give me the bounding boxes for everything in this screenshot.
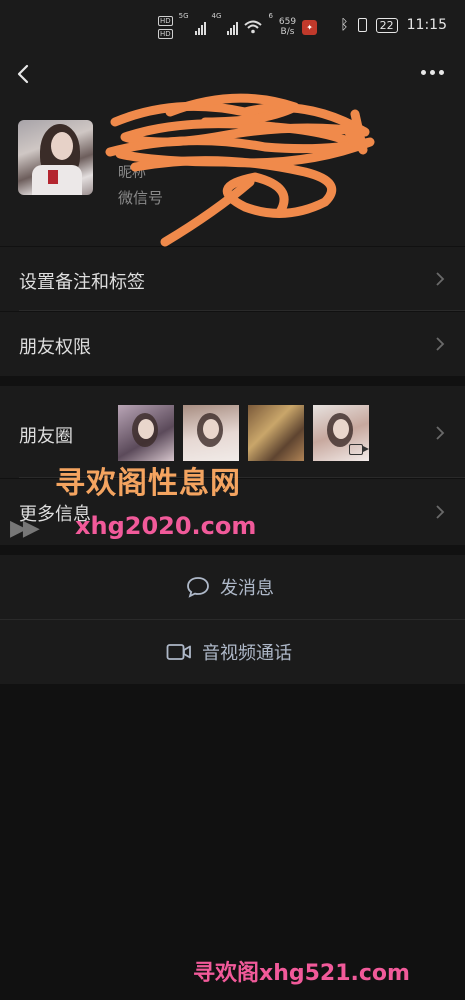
- status-right-indicators: ᛒ 22 11:15: [340, 17, 447, 33]
- back-arrow-icon[interactable]: [12, 60, 38, 90]
- signal-icon-1: [194, 19, 206, 35]
- network-speed-unit: B/s: [280, 27, 295, 37]
- wifi-icon: [244, 20, 263, 34]
- redaction-scribble: [105, 93, 375, 247]
- chat-bubble-icon: [187, 577, 209, 598]
- hd-label-2: HD: [158, 28, 173, 39]
- status-bar: HD HD 5G 4G 6 659 B/s ✦ ᛒ 22 11:15: [0, 0, 465, 54]
- chevron-right-icon: [436, 272, 445, 286]
- moments-photo-1: [118, 405, 174, 461]
- app-notification-icon: ✦: [302, 19, 318, 35]
- hd-indicators: HD HD: [158, 15, 173, 39]
- watermark-arrow-icon: ▶▶: [10, 516, 40, 541]
- network-label-4g: 4G: [211, 12, 222, 20]
- avatar[interactable]: [18, 120, 93, 195]
- moments-photo-3: [248, 405, 304, 461]
- bluetooth-icon: ᛒ: [340, 17, 349, 33]
- watermark-footer: 寻欢阁xhg521.com: [193, 961, 410, 986]
- moments-thumbnails: [118, 405, 369, 461]
- row-friend-permissions-label: 朋友权限: [19, 337, 91, 358]
- send-message-button[interactable]: 发消息: [0, 555, 465, 619]
- chevron-right-icon: [436, 505, 445, 519]
- top-bar: [0, 54, 465, 96]
- video-call-label: 音视频通话: [202, 643, 292, 664]
- chevron-right-icon: [436, 337, 445, 351]
- send-message-label: 发消息: [220, 578, 274, 599]
- video-icon: [349, 444, 369, 455]
- status-left-indicators: HD HD 5G 4G 6 659 B/s ✦: [158, 12, 318, 42]
- video-camera-icon: [166, 644, 191, 660]
- network-label-5g: 5G: [178, 12, 189, 20]
- moments-photo-2: [183, 405, 239, 461]
- row-friend-permissions[interactable]: 朋友权限: [0, 312, 465, 376]
- network-speed: 659 B/s: [279, 17, 296, 37]
- hd-label-1: HD: [158, 15, 173, 26]
- more-options-icon[interactable]: [421, 70, 445, 78]
- wifi-label: 6: [268, 12, 273, 20]
- row-remark-tags[interactable]: 设置备注和标签: [0, 247, 465, 311]
- row-moments-label: 朋友圈: [19, 426, 73, 447]
- watermark-title: 寻欢阁性息网: [55, 466, 241, 501]
- vibrate-icon: [357, 18, 367, 32]
- row-remark-tags-label: 设置备注和标签: [19, 272, 145, 293]
- video-call-button[interactable]: 音视频通话: [0, 620, 465, 684]
- battery-icon: 22: [375, 17, 398, 33]
- network-speed-value: 659: [278, 17, 297, 27]
- moments-video-4: [313, 405, 369, 461]
- clock: 11:15: [406, 17, 447, 33]
- chevron-right-icon: [436, 426, 445, 440]
- signal-icon-2: [227, 19, 239, 35]
- watermark-url: xhg2020.com: [75, 512, 257, 540]
